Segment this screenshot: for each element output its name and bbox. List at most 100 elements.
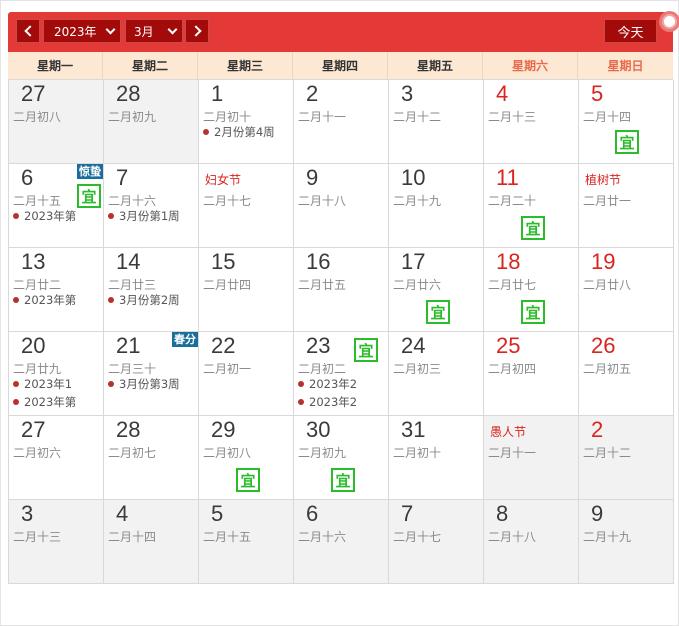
day-cell[interactable]: 2 二月十二 [579, 416, 674, 500]
yi-auspicious-badge[interactable]: 宜 [331, 468, 355, 492]
day-cell[interactable]: 4 二月十四 [104, 500, 199, 584]
day-number: 5 [591, 81, 604, 106]
lunar-date: 二月十四 [583, 110, 632, 124]
day-number: 3 [401, 81, 414, 106]
day-number: 8 [496, 501, 509, 526]
day-number: 2 [591, 417, 604, 442]
day-cell[interactable]: 17 二月廿六宜 [389, 248, 484, 332]
lunar-date: 二月十九 [393, 194, 442, 208]
day-cell[interactable]: 5 二月十四宜 [579, 80, 674, 164]
lunar-date: 二月廿五 [298, 278, 347, 292]
yi-auspicious-badge[interactable]: 宜 [426, 300, 450, 324]
event-item[interactable]: 2023年第 [13, 394, 76, 410]
day-cell[interactable]: 21 二月三十 春分 3月份第3周 [104, 332, 199, 416]
year-select[interactable]: 2023年 [43, 19, 121, 43]
event-dot-icon [13, 381, 19, 387]
day-cell[interactable]: 5 二月十五 [199, 500, 294, 584]
lunar-date: 二月十四 [108, 530, 157, 544]
day-cell[interactable]: 10 二月十九 [389, 164, 484, 248]
corner-circle-icon [659, 11, 679, 32]
month-select[interactable]: 3月 [125, 19, 183, 43]
day-number: 26 [591, 333, 616, 358]
lunar-date: 二月初九 [108, 110, 157, 124]
festival-label: 愚人节 [490, 425, 527, 439]
yi-auspicious-badge[interactable]: 宜 [77, 184, 101, 208]
day-cell[interactable]: 25 二月初四 [484, 332, 579, 416]
event-item[interactable]: 2023年2 [298, 376, 357, 392]
day-cell[interactable]: 2 二月十一 [294, 80, 389, 164]
day-cell[interactable]: 18 二月廿七宜 [484, 248, 579, 332]
day-number: 7 [116, 165, 129, 190]
lunar-date: 二月十六 [108, 194, 157, 208]
day-cell[interactable]: 8 二月十八 [484, 500, 579, 584]
day-cell[interactable]: 20 二月廿九 2023年1 2023年第 [9, 332, 104, 416]
yi-auspicious-badge[interactable]: 宜 [354, 338, 378, 362]
event-item[interactable]: 2023年第 [13, 208, 76, 224]
day-cell[interactable]: 3 二月十二 [389, 80, 484, 164]
next-month-button[interactable] [185, 19, 209, 43]
day-number: 16 [306, 249, 331, 274]
lunar-date: 二月廿九 [13, 362, 62, 376]
solar-term-badge: 春分 [172, 332, 198, 347]
day-cell[interactable]: 妇女节 二月十七 [199, 164, 294, 248]
day-cell[interactable]: 3 二月十三 [9, 500, 104, 584]
day-number: 28 [116, 81, 141, 106]
day-number: 1 [211, 81, 224, 106]
day-cell[interactable]: 30 二月初九宜 [294, 416, 389, 500]
day-cell[interactable]: 29 二月初八宜 [199, 416, 294, 500]
day-cell[interactable]: 26 二月初五 [579, 332, 674, 416]
lunar-date: 二月初七 [108, 446, 157, 460]
day-cell[interactable]: 愚人节 二月十一 [484, 416, 579, 500]
event-item[interactable]: 3月份第1周 [108, 208, 180, 224]
day-cell[interactable]: 1 二月初十 2月份第4周 [199, 80, 294, 164]
lunar-date: 二月十七 [393, 530, 442, 544]
day-cell[interactable]: 6 二月十六 [294, 500, 389, 584]
day-cell[interactable]: 27 二月初六 [9, 416, 104, 500]
day-number: 18 [496, 249, 521, 274]
day-cell[interactable]: 9 二月十九 [579, 500, 674, 584]
event-item[interactable]: 2月份第4周 [203, 124, 275, 140]
day-cell[interactable]: 13 二月廿二 2023年第 [9, 248, 104, 332]
day-cell[interactable]: 31 二月初十 [389, 416, 484, 500]
event-item[interactable]: 3月份第2周 [108, 292, 180, 308]
day-number: 13 [21, 249, 46, 274]
day-cell[interactable]: 11 二月二十宜 [484, 164, 579, 248]
day-cell[interactable]: 14 二月廿三 3月份第2周 [104, 248, 199, 332]
event-label: 2023年第 [24, 293, 77, 307]
day-number: 2 [306, 81, 319, 106]
yi-auspicious-badge[interactable]: 宜 [521, 216, 545, 240]
event-item[interactable]: 2023年2 [298, 394, 357, 410]
day-cell[interactable]: 15 二月廿四 [199, 248, 294, 332]
day-number: 22 [211, 333, 236, 358]
event-item[interactable]: 2023年第 [13, 292, 76, 308]
day-cell[interactable]: 27 二月初八 [9, 80, 104, 164]
day-cell[interactable]: 4 二月十三 [484, 80, 579, 164]
chevron-down-icon [167, 24, 178, 34]
yi-auspicious-badge[interactable]: 宜 [236, 468, 260, 492]
day-cell[interactable]: 7 二月十七 [389, 500, 484, 584]
day-cell[interactable]: 6 二月十五 惊蛰 2023年第宜 [9, 164, 104, 248]
event-dot-icon [298, 381, 304, 387]
event-item[interactable]: 3月份第3周 [108, 376, 180, 392]
lunar-date: 二月十七 [203, 194, 252, 208]
day-cell[interactable]: 7 二月十六 3月份第1周 [104, 164, 199, 248]
yi-auspicious-badge[interactable]: 宜 [615, 130, 639, 154]
event-label: 2023年2 [309, 377, 358, 391]
prev-month-button[interactable] [16, 19, 40, 43]
yi-auspicious-badge[interactable]: 宜 [521, 300, 545, 324]
day-cell[interactable]: 23 二月初二 2023年2 2023年2 宜 [294, 332, 389, 416]
day-cell[interactable]: 植树节 二月廿一 [579, 164, 674, 248]
event-item[interactable]: 2023年1 [13, 376, 72, 392]
day-cell[interactable]: 28 二月初九 [104, 80, 199, 164]
day-cell[interactable]: 19 二月廿八 [579, 248, 674, 332]
day-cell[interactable]: 22 二月初一 [199, 332, 294, 416]
day-cell[interactable]: 9 二月十八 [294, 164, 389, 248]
day-number: 23 [306, 333, 331, 358]
day-cell[interactable]: 16 二月廿五 [294, 248, 389, 332]
calendar-grid: 27 二月初八 28 二月初九 1 二月初十 2月份第4周 2 二月十一 3 二月十二 4 二月十三 5 二… [8, 80, 674, 584]
day-cell[interactable]: 24 二月初三 [389, 332, 484, 416]
event-label: 2023年第 [24, 209, 77, 223]
festival-label: 植树节 [585, 173, 622, 187]
day-cell[interactable]: 28 二月初七 [104, 416, 199, 500]
today-button[interactable]: 今天 [604, 19, 657, 43]
